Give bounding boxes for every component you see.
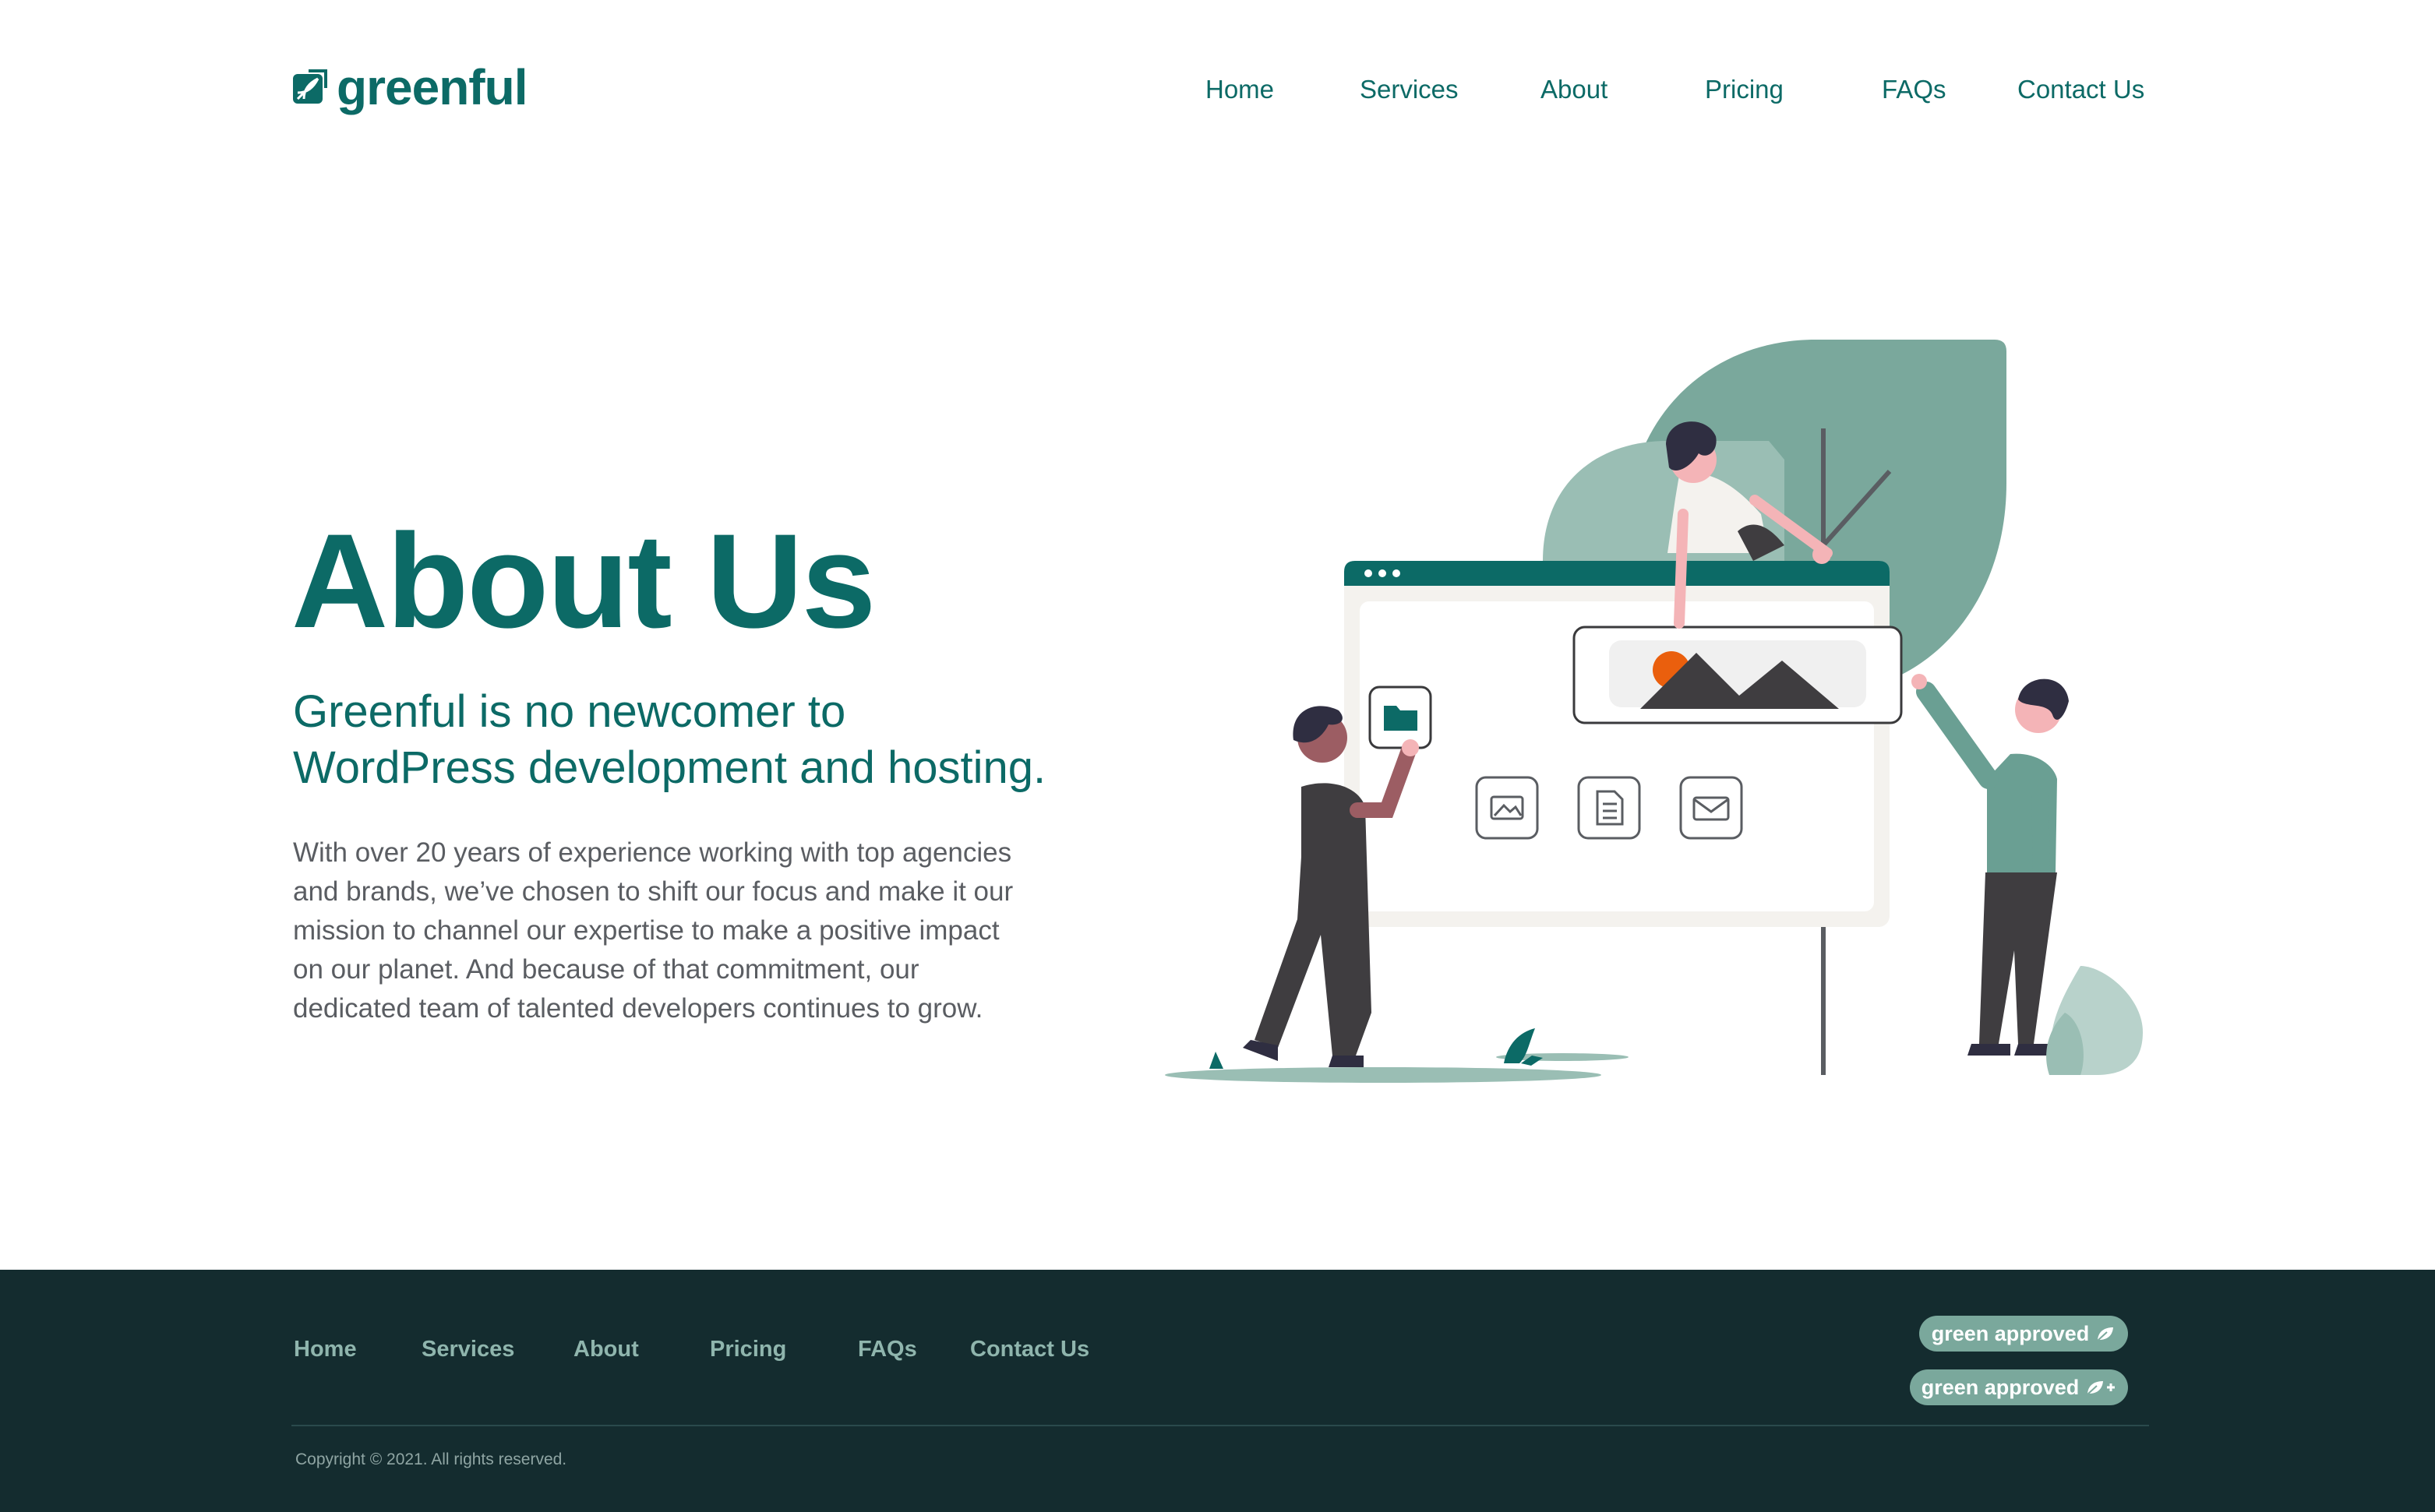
badge-label: green approved	[1921, 1375, 2080, 1399]
nav-pricing-link[interactable]: Pricing	[1705, 72, 1784, 107]
nav-about-link[interactable]: About	[1540, 72, 1607, 107]
green-approved-plus-badge[interactable]: green approved	[1910, 1369, 2128, 1405]
hero-description: With over 20 years of experience working…	[293, 834, 1013, 1028]
footer-divider	[291, 1425, 2149, 1426]
green-approved-badge[interactable]: green approved	[1919, 1316, 2128, 1352]
badge-label: green approved	[1931, 1321, 2090, 1345]
nav-home-link[interactable]: Home	[1205, 72, 1274, 107]
hero-subtitle: Greenful is no newcomer to WordPress dev…	[293, 684, 1046, 796]
nav-services-link[interactable]: Services	[1360, 72, 1459, 107]
small-plant	[1209, 1052, 1223, 1069]
hero-subtitle-line: WordPress development and hosting.	[293, 742, 1046, 793]
footer-faqs-link[interactable]: FAQs	[858, 1334, 917, 1365]
browser-dot	[1378, 569, 1386, 577]
footer-about-link[interactable]: About	[573, 1334, 639, 1365]
brand-name: greenful	[337, 59, 528, 115]
leaf-box-icon	[293, 69, 327, 104]
hero-description-line: on our planet. And because of that commi…	[293, 954, 919, 985]
site-footer: Home Services About Pricing FAQs Contact…	[0, 1270, 2435, 1512]
image-icon	[1475, 776, 1539, 840]
footer-services-link[interactable]: Services	[422, 1334, 514, 1365]
hero-description-line: With over 20 years of experience working…	[293, 837, 1012, 868]
brand-logo[interactable]: greenful	[291, 59, 528, 115]
nav-contact-link[interactable]: Contact Us	[2017, 72, 2144, 107]
browser-dot	[1392, 569, 1400, 577]
folder-icon	[1368, 686, 1432, 749]
mail-icon	[1679, 776, 1743, 840]
footer-pricing-link[interactable]: Pricing	[710, 1334, 786, 1365]
hero-subtitle-line: Greenful is no newcomer to	[293, 686, 846, 737]
document-icon	[1577, 776, 1641, 840]
page-title: About Us	[291, 506, 876, 656]
hero-description-line: and brands, we’ve chosen to shift our fo…	[293, 876, 1014, 907]
leaf-plus-icon	[2087, 1381, 2116, 1395]
browser-dot	[1364, 569, 1372, 577]
mountain-photo-icon	[1572, 626, 1903, 724]
hero-description-line: dedicated team of talented developers co…	[293, 993, 983, 1024]
nav-faqs-link[interactable]: FAQs	[1882, 72, 1946, 107]
hero-description-line: mission to channel our expertise to make…	[293, 915, 1000, 946]
footer-home-link[interactable]: Home	[294, 1334, 357, 1365]
footer-contact-link[interactable]: Contact Us	[970, 1334, 1089, 1365]
man-right-figure	[1911, 674, 2069, 1056]
copyright-text: Copyright © 2021. All rights reserved.	[295, 1450, 567, 1468]
browser-titlebar	[1344, 561, 1890, 586]
leaf-icon	[2097, 1327, 2114, 1341]
team-illustration	[1165, 340, 2143, 1083]
